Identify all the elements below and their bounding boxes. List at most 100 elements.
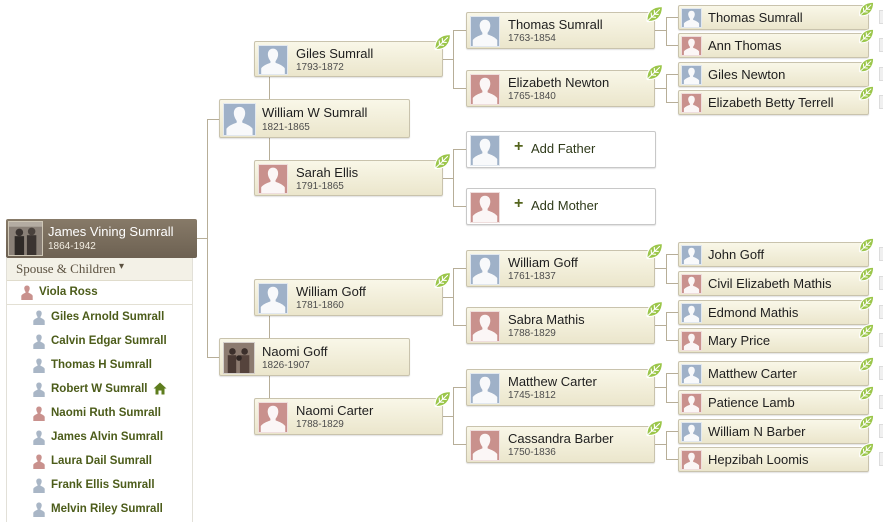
leaf-hint-icon[interactable] <box>857 56 875 74</box>
expand-arrow[interactable] <box>879 333 883 347</box>
person-photo <box>223 342 255 374</box>
leaf-hint-icon[interactable] <box>644 241 664 261</box>
connector <box>666 459 678 460</box>
leaf-hint-icon[interactable] <box>644 299 664 319</box>
gen5-person-card[interactable]: Giles Newton <box>678 62 869 87</box>
person-name: Cassandra Barber <box>508 431 614 446</box>
expand-arrow[interactable] <box>879 247 883 261</box>
person-silhouette-icon <box>223 103 256 136</box>
spouse-row[interactable]: Viola Ross <box>7 282 192 305</box>
leaf-hint-icon[interactable] <box>857 355 875 373</box>
male-person-icon <box>33 478 45 493</box>
leaf-hint-icon[interactable] <box>857 413 875 431</box>
child-name[interactable]: James Alvin Sumrall <box>51 431 163 443</box>
child-name[interactable]: Calvin Edgar Sumrall <box>51 335 167 347</box>
gen5-person-card[interactable]: Hepzibah Loomis <box>678 447 869 472</box>
leaf-hint-icon[interactable] <box>857 384 875 402</box>
leaf-hint-icon[interactable] <box>644 4 664 24</box>
root-person-card[interactable]: James Vining Sumrall 1864-1942 <box>6 219 197 258</box>
leaf-hint-icon[interactable] <box>432 389 452 409</box>
person-name: John Goff <box>708 247 765 262</box>
gen5-person-card[interactable]: Edmond Mathis <box>678 300 869 325</box>
paternal-grandmother-card[interactable]: Sarah Ellis 1791-1865 <box>254 160 443 196</box>
home-icon[interactable] <box>153 382 167 395</box>
leaf-hint-icon[interactable] <box>857 27 875 45</box>
expand-arrow[interactable] <box>879 424 883 438</box>
child-name[interactable]: Giles Arnold Sumrall <box>51 311 164 323</box>
leaf-hint-icon[interactable] <box>857 236 875 254</box>
spouse-children-header[interactable]: Spouse & Children ▾ <box>7 258 192 281</box>
gen5-person-card[interactable]: Civil Elizabeth Mathis <box>678 271 869 296</box>
plus-icon: + <box>514 138 524 155</box>
connector <box>453 268 466 269</box>
child-name[interactable]: Thomas H Sumrall <box>51 359 152 371</box>
connector <box>666 74 678 75</box>
connector <box>453 444 466 445</box>
connector <box>453 387 454 445</box>
expand-arrow[interactable] <box>879 395 883 409</box>
maternal-grandmother-card[interactable]: Naomi Carter 1788-1829 <box>254 398 443 435</box>
leaf-hint-icon[interactable] <box>432 270 452 290</box>
great-grandparent-card[interactable]: Matthew Carter 1745-1812 <box>466 369 655 406</box>
leaf-hint-icon[interactable] <box>857 322 875 340</box>
person-name: Matthew Carter <box>508 374 597 389</box>
person-dates: 1763-1854 <box>508 33 556 44</box>
gen5-person-card[interactable]: John Goff <box>678 242 869 267</box>
child-name[interactable]: Naomi Ruth Sumrall <box>51 407 161 419</box>
person-silhouette-icon <box>681 65 702 85</box>
great-grandparent-card[interactable]: Elizabeth Newton 1765-1840 <box>466 70 655 107</box>
expand-arrow[interactable] <box>879 95 883 109</box>
gen5-person-card[interactable]: Ann Thomas <box>678 33 869 58</box>
person-name: Hepzibah Loomis <box>708 452 809 467</box>
leaf-hint-icon[interactable] <box>644 418 664 438</box>
person-dates: 1781-1860 <box>296 300 344 311</box>
great-grandparent-card[interactable]: Cassandra Barber 1750-1836 <box>466 426 655 463</box>
child-name[interactable]: Robert W Sumrall <box>51 383 147 395</box>
gen5-person-card[interactable]: Matthew Carter <box>678 361 869 386</box>
add-mother-card[interactable]: + Add Mother <box>466 188 656 225</box>
person-name: William Goff <box>508 255 578 270</box>
leaf-hint-icon[interactable] <box>644 360 664 380</box>
expand-arrow[interactable] <box>879 452 883 466</box>
leaf-hint-icon[interactable] <box>857 294 875 312</box>
person-name: Sabra Mathis <box>508 312 585 327</box>
expand-arrow[interactable] <box>879 67 883 81</box>
gen5-person-card[interactable]: Patience Lamb <box>678 390 869 415</box>
child-name[interactable]: Frank Ellis Sumrall <box>51 479 155 491</box>
great-grandparent-card[interactable]: Thomas Sumrall 1763-1854 <box>466 12 655 49</box>
add-father-card[interactable]: + Add Father <box>466 131 656 168</box>
connector <box>666 74 667 103</box>
person-silhouette-icon <box>258 402 288 433</box>
leaf-hint-icon[interactable] <box>644 62 664 82</box>
gen5-person-card[interactable]: Thomas Sumrall <box>678 5 869 30</box>
expand-arrow[interactable] <box>879 276 883 290</box>
maternal-grandfather-card[interactable]: William Goff 1781-1860 <box>254 279 443 316</box>
gen5-person-card[interactable]: Elizabeth Betty Terrell <box>678 90 869 115</box>
expand-arrow[interactable] <box>879 10 883 24</box>
connector <box>666 17 667 46</box>
leaf-hint-icon[interactable] <box>857 441 875 459</box>
child-name[interactable]: Melvin Riley Sumrall <box>51 503 163 515</box>
mother-card[interactable]: Naomi Goff 1826-1907 <box>219 338 410 376</box>
person-dates: 1826-1907 <box>262 360 310 371</box>
father-card[interactable]: William W Sumrall 1821-1865 <box>219 99 410 138</box>
expand-arrow[interactable] <box>879 38 883 52</box>
connector <box>453 268 454 326</box>
person-name: Mary Price <box>708 333 771 348</box>
paternal-grandfather-card[interactable]: Giles Sumrall 1793-1872 <box>254 41 443 77</box>
expand-arrow[interactable] <box>879 366 883 380</box>
leaf-hint-icon[interactable] <box>857 265 875 283</box>
connector <box>269 376 270 400</box>
gen5-person-card[interactable]: William N Barber <box>678 419 869 444</box>
leaf-hint-icon[interactable] <box>432 151 452 171</box>
expand-arrow[interactable] <box>879 305 883 319</box>
great-grandparent-card[interactable]: Sabra Mathis 1788-1829 <box>466 307 655 344</box>
leaf-hint-icon[interactable] <box>857 0 875 18</box>
person-dates: 1788-1829 <box>296 419 344 430</box>
leaf-hint-icon[interactable] <box>432 32 452 52</box>
child-name[interactable]: Laura Dail Sumrall <box>51 455 152 467</box>
great-grandparent-card[interactable]: William Goff 1761-1837 <box>466 250 655 287</box>
spouse-name[interactable]: Viola Ross <box>39 286 98 298</box>
leaf-hint-icon[interactable] <box>857 84 875 102</box>
gen5-person-card[interactable]: Mary Price <box>678 328 869 353</box>
